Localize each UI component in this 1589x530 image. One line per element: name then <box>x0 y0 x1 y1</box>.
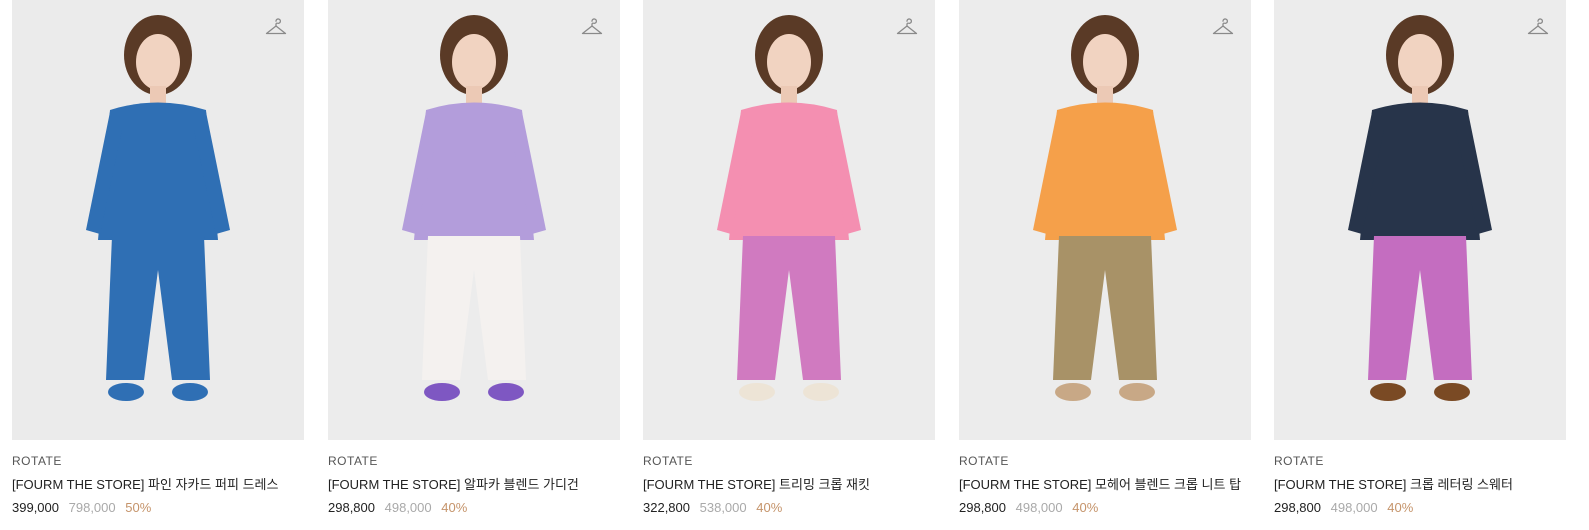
product-card[interactable]: ROTATE [FOURM THE STORE] 알파카 블렌드 가디건 298… <box>328 0 620 516</box>
product-image[interactable] <box>1274 0 1566 440</box>
discount-rate: 40% <box>441 500 468 515</box>
hanger-icon[interactable] <box>264 16 288 40</box>
product-photo <box>328 0 620 440</box>
product-image[interactable] <box>643 0 935 440</box>
product-photo <box>12 0 304 440</box>
sale-price: 322,800 <box>643 500 690 515</box>
hanger-icon[interactable] <box>1211 16 1235 40</box>
discount-rate: 40% <box>1072 500 1099 515</box>
product-photo <box>959 0 1251 440</box>
product-prices: 399,000 798,000 50% <box>12 500 304 516</box>
original-price: 498,000 <box>384 500 432 515</box>
product-card[interactable]: ROTATE [FOURM THE STORE] 파인 자카드 퍼피 드레스 3… <box>12 0 304 516</box>
original-price: 798,000 <box>68 500 116 515</box>
sale-price: 298,800 <box>959 500 1006 515</box>
product-name[interactable]: [FOURM THE STORE] 알파카 블렌드 가디건 <box>328 477 620 493</box>
original-price: 498,000 <box>1330 500 1378 515</box>
product-card[interactable]: ROTATE [FOURM THE STORE] 크롭 레터링 스웨터 298,… <box>1274 0 1566 516</box>
product-brand: ROTATE <box>959 454 1009 468</box>
product-prices: 298,800 498,000 40% <box>959 500 1251 516</box>
product-name[interactable]: [FOURM THE STORE] 파인 자카드 퍼피 드레스 <box>12 477 304 493</box>
hanger-icon[interactable] <box>895 16 919 40</box>
sale-price: 298,800 <box>328 500 375 515</box>
product-card[interactable]: ROTATE [FOURM THE STORE] 트리밍 크롭 재킷 322,8… <box>643 0 935 516</box>
discount-rate: 40% <box>1387 500 1414 515</box>
sale-price: 298,800 <box>1274 500 1321 515</box>
product-prices: 322,800 538,000 40% <box>643 500 935 516</box>
product-image[interactable] <box>959 0 1251 440</box>
product-brand: ROTATE <box>643 454 693 468</box>
hanger-icon[interactable] <box>580 16 604 40</box>
product-image[interactable] <box>328 0 620 440</box>
product-prices: 298,800 498,000 40% <box>328 500 620 516</box>
product-photo <box>643 0 935 440</box>
product-brand: ROTATE <box>1274 454 1324 468</box>
product-name[interactable]: [FOURM THE STORE] 모헤어 블렌드 크롭 니트 탑 <box>959 477 1251 493</box>
original-price: 498,000 <box>1015 500 1063 515</box>
sale-price: 399,000 <box>12 500 59 515</box>
product-prices: 298,800 498,000 40% <box>1274 500 1566 516</box>
discount-rate: 50% <box>125 500 152 515</box>
hanger-icon[interactable] <box>1526 16 1550 40</box>
product-card[interactable]: ROTATE [FOURM THE STORE] 모헤어 블렌드 크롭 니트 탑… <box>959 0 1251 516</box>
original-price: 538,000 <box>699 500 747 515</box>
product-image[interactable] <box>12 0 304 440</box>
product-brand: ROTATE <box>328 454 378 468</box>
product-name[interactable]: [FOURM THE STORE] 트리밍 크롭 재킷 <box>643 477 935 493</box>
product-brand: ROTATE <box>12 454 62 468</box>
discount-rate: 40% <box>756 500 783 515</box>
product-grid: ROTATE [FOURM THE STORE] 파인 자카드 퍼피 드레스 3… <box>0 0 1589 530</box>
product-name[interactable]: [FOURM THE STORE] 크롭 레터링 스웨터 <box>1274 477 1566 493</box>
product-photo <box>1274 0 1566 440</box>
